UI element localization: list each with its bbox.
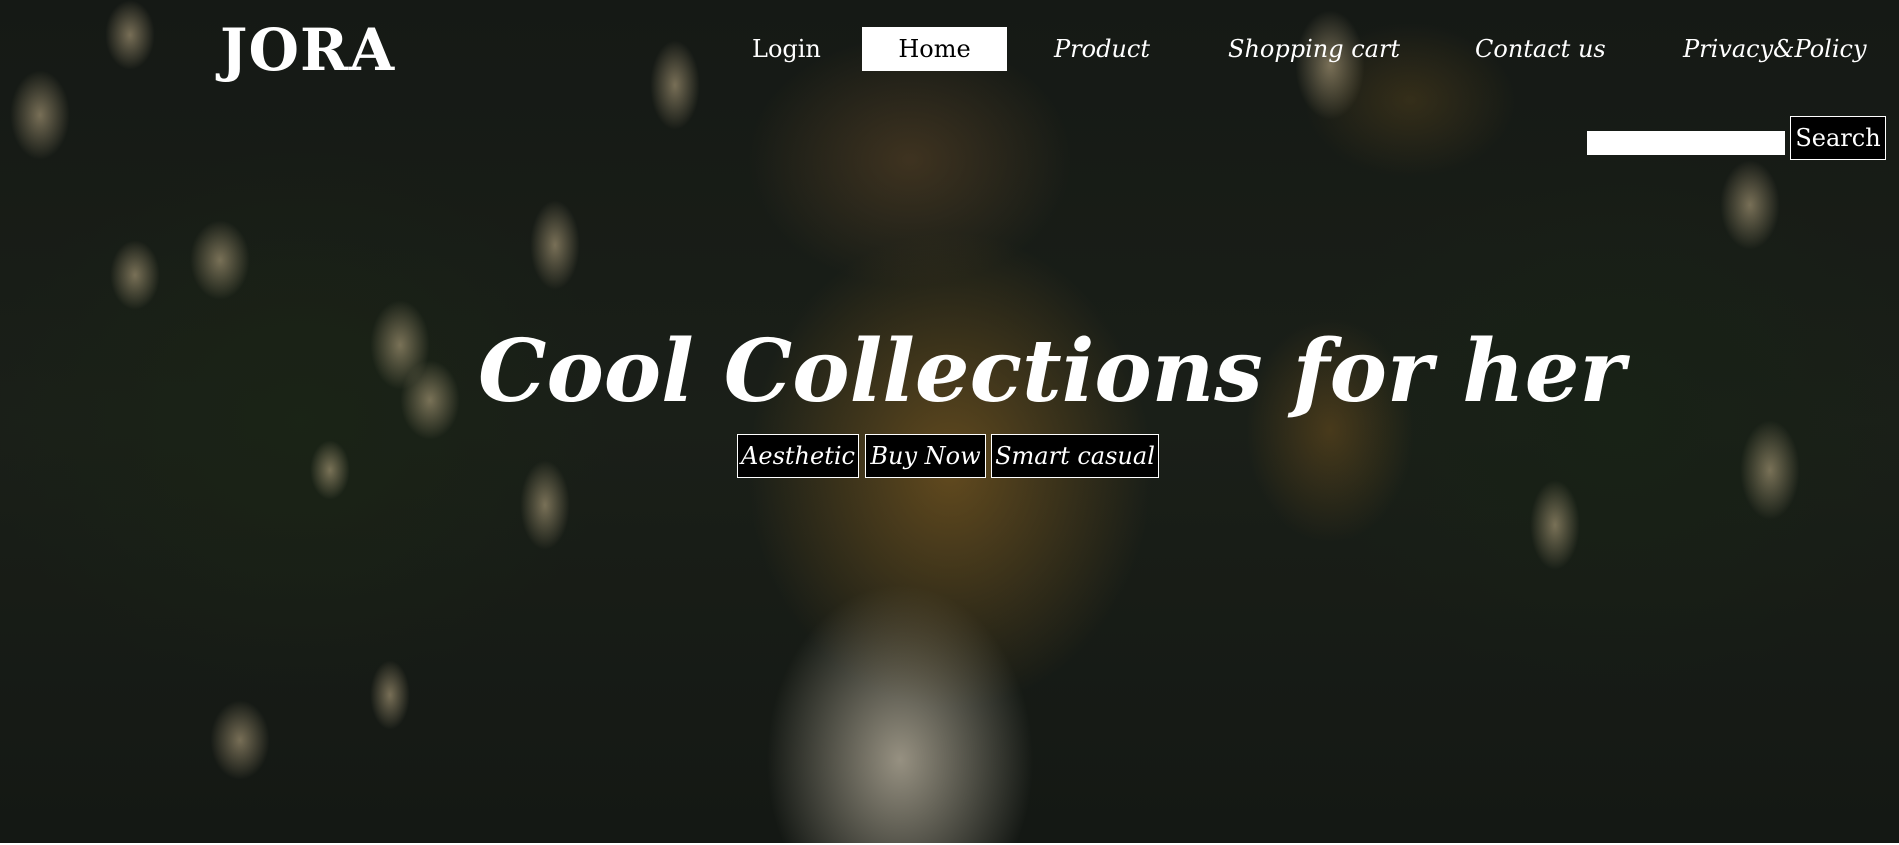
hero-headline: Cool Collections for her [478, 321, 1625, 422]
nav-shopping-cart[interactable]: Shopping cart [1228, 27, 1400, 71]
nav-home[interactable]: Home [862, 27, 1007, 71]
flower-decoration [530, 200, 580, 290]
tag-aesthetic-button[interactable]: Aesthetic [737, 434, 859, 478]
flower-decoration [1530, 480, 1580, 570]
flower-decoration [110, 240, 160, 310]
tag-smart-casual-button[interactable]: Smart casual [991, 434, 1159, 478]
tag-buy-now-button[interactable]: Buy Now [865, 434, 986, 478]
flower-decoration [370, 660, 410, 730]
flower-decoration [210, 700, 270, 780]
hero-tag-group: Aesthetic Buy Now Smart casual [0, 434, 1899, 480]
flower-decoration [190, 220, 250, 300]
main-nav: Login Home Product Shopping cart Contact… [0, 27, 1899, 71]
nav-product[interactable]: Product [1054, 27, 1150, 71]
search-input[interactable] [1587, 131, 1785, 155]
nav-privacy-policy[interactable]: Privacy&Policy [1683, 27, 1867, 71]
flower-decoration [10, 70, 70, 160]
flower-decoration [400, 360, 460, 440]
nav-contact-us[interactable]: Contact us [1475, 27, 1606, 71]
search-button[interactable]: Search [1790, 116, 1886, 160]
flower-decoration [1720, 160, 1780, 250]
nav-login[interactable]: Login [752, 27, 821, 71]
